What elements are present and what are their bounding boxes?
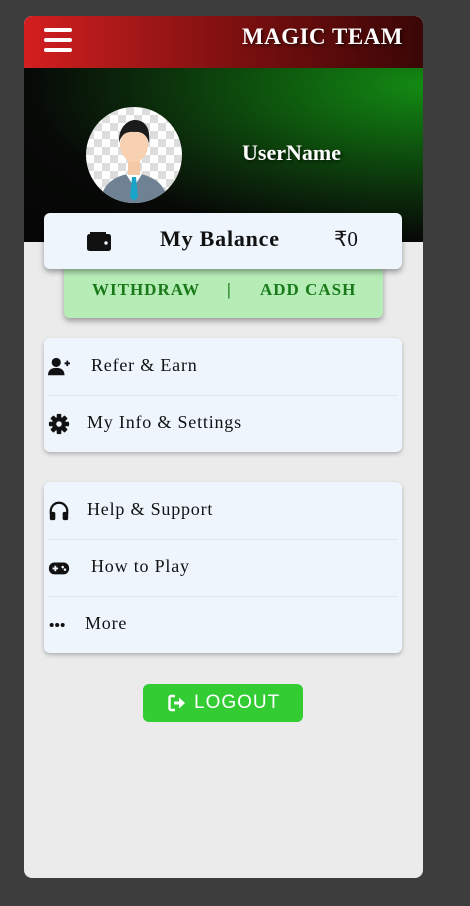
sign-out-icon (168, 694, 185, 712)
balance-card: My Balance ₹0 (44, 213, 402, 269)
menu-label: How to Play (91, 556, 190, 576)
logout-button[interactable]: LOGOUT (143, 684, 303, 722)
ellipsis-icon (49, 622, 65, 628)
avatar (86, 107, 182, 203)
username: UserName (242, 140, 341, 165)
menu-group-primary: Refer & Earn My Info & Settings (44, 338, 402, 452)
gamepad-icon (48, 562, 70, 575)
cash-actions: WITHDRAW | ADD CASH (64, 265, 383, 318)
menu-label: Refer & Earn (91, 355, 198, 375)
balance-value: ₹0 (334, 227, 358, 251)
menu-label: Help & Support (87, 499, 214, 519)
action-separator: | (227, 280, 231, 299)
menu-group-secondary: Help & Support How to Play More (44, 482, 402, 653)
app-screen: MAGIC TEAM UserName My Balance ₹0 WITHDR… (24, 16, 423, 878)
add-cash-button[interactable]: ADD CASH (260, 280, 356, 300)
top-bar: MAGIC TEAM (24, 16, 423, 68)
wallet-icon (87, 232, 111, 251)
menu-item-how-to-play[interactable]: How to Play (44, 539, 402, 596)
hamburger-menu-icon[interactable] (44, 27, 72, 53)
menu-item-info-settings[interactable]: My Info & Settings (44, 395, 402, 452)
app-title: MAGIC TEAM (241, 24, 403, 49)
logout-label: LOGOUT (194, 692, 281, 713)
menu-item-refer-earn[interactable]: Refer & Earn (44, 338, 402, 395)
menu-label: More (85, 613, 128, 633)
menu-label: My Info & Settings (87, 412, 242, 432)
menu-item-help-support[interactable]: Help & Support (44, 482, 402, 539)
menu-item-more[interactable]: More (44, 596, 402, 653)
withdraw-button[interactable]: WITHDRAW (92, 280, 200, 300)
user-avatar-icon (100, 120, 168, 203)
balance-label: My Balance (160, 226, 280, 251)
headphones-icon (49, 501, 69, 521)
user-plus-icon (48, 357, 70, 376)
gear-icon (48, 413, 70, 435)
